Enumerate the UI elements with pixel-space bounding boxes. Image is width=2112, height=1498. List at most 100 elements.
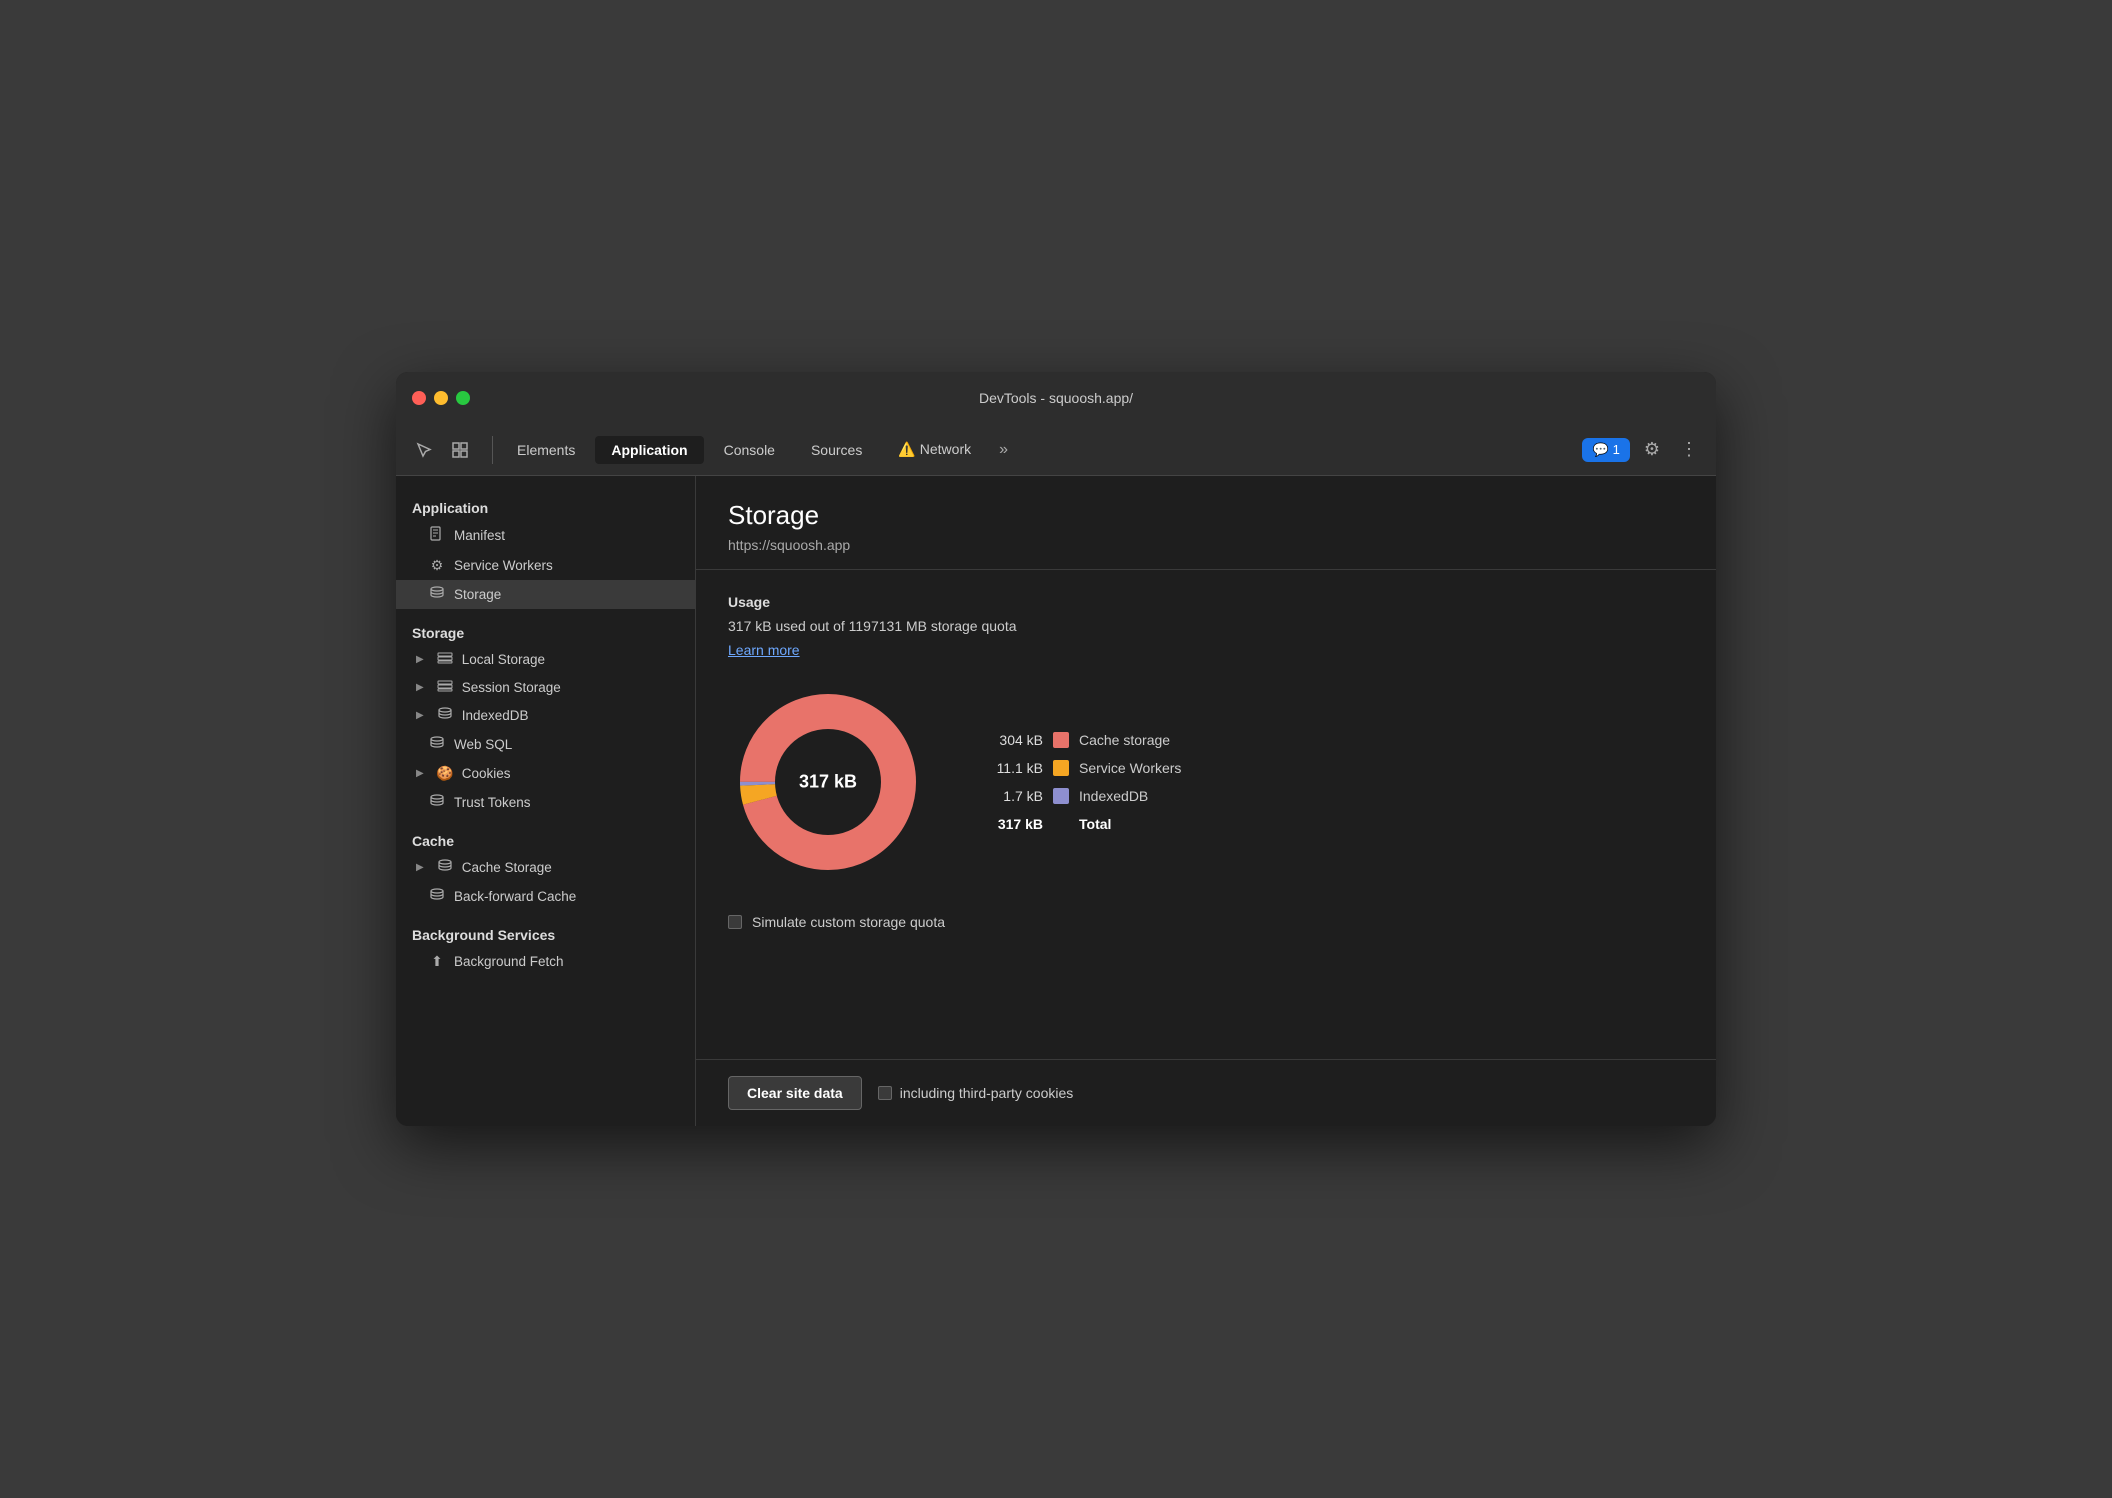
third-party-cookies-row: including third-party cookies (878, 1085, 1074, 1101)
tab-application[interactable]: Application (595, 436, 703, 464)
expand-cache-storage-icon: ▶ (416, 862, 424, 873)
service-workers-icon: ⚙ (428, 557, 446, 574)
legend-cache-color (1053, 732, 1069, 748)
websql-icon (428, 736, 446, 753)
cache-storage-label: Cache Storage (462, 860, 552, 875)
tab-network[interactable]: ⚠️Network (882, 435, 987, 464)
legend-item-workers: 11.1 kB Service Workers (988, 760, 1181, 776)
sidebar-item-background-fetch[interactable]: ⬆ Background Fetch (396, 947, 695, 976)
legend-total-spacer (1053, 816, 1069, 832)
sidebar-item-indexeddb[interactable]: ▶ IndexedDB (396, 701, 695, 730)
sidebar-section-storage: Storage (396, 617, 695, 645)
sidebar-item-back-forward-cache[interactable]: Back-forward Cache (396, 882, 695, 911)
legend-item-total: 317 kB Total (988, 816, 1181, 832)
tab-console[interactable]: Console (708, 436, 791, 464)
sidebar-section-application: Application (396, 492, 695, 520)
legend-total-name: Total (1079, 816, 1111, 832)
sidebar-section-cache: Cache (396, 825, 695, 853)
panel-url: https://squoosh.app (728, 537, 1684, 553)
maximize-button[interactable] (456, 391, 470, 405)
third-party-cookies-label: including third-party cookies (900, 1085, 1074, 1101)
chat-icon: 💬 (1592, 442, 1608, 458)
storage-label: Storage (454, 587, 501, 602)
sidebar-item-service-workers[interactable]: ⚙ Service Workers (396, 551, 695, 580)
local-storage-icon (436, 651, 454, 667)
close-button[interactable] (412, 391, 426, 405)
expand-local-storage-icon: ▶ (416, 654, 424, 665)
legend-cache-value: 304 kB (988, 732, 1043, 748)
clear-site-data-button[interactable]: Clear site data (728, 1076, 862, 1110)
expand-cookies-icon: ▶ (416, 768, 424, 779)
indexeddb-icon (436, 707, 454, 724)
legend-indexeddb-color (1053, 788, 1069, 804)
sidebar: Application Manifest ⚙ Service Workers S… (396, 476, 696, 1126)
sidebar-item-trust-tokens[interactable]: Trust Tokens (396, 788, 695, 817)
back-forward-cache-icon (428, 888, 446, 905)
legend-indexeddb-value: 1.7 kB (988, 788, 1043, 804)
learn-more-link[interactable]: Learn more (728, 642, 800, 658)
tab-sources[interactable]: Sources (795, 436, 878, 464)
sidebar-item-storage[interactable]: Storage (396, 580, 695, 609)
panel-title: Storage (728, 500, 1684, 531)
background-fetch-label: Background Fetch (454, 954, 564, 969)
inspect-button[interactable] (444, 434, 476, 466)
panel-body: Usage 317 kB used out of 1197131 MB stor… (696, 570, 1716, 1059)
simulate-quota-row: Simulate custom storage quota (728, 914, 1684, 930)
legend-item-cache: 304 kB Cache storage (988, 732, 1181, 748)
cache-storage-icon (436, 859, 454, 876)
traffic-lights (412, 391, 470, 405)
warning-icon: ⚠️ (898, 441, 915, 457)
settings-button[interactable]: ⚙ (1638, 435, 1666, 464)
donut-chart: 317 kB (728, 682, 928, 882)
cursor-tool-button[interactable] (408, 434, 440, 466)
panel-header: Storage https://squoosh.app (696, 476, 1716, 570)
more-tabs-button[interactable]: » (991, 437, 1016, 463)
tabbar-right: 💬 1 ⚙ ⋮ (1582, 435, 1704, 464)
trust-tokens-label: Trust Tokens (454, 795, 531, 810)
minimize-button[interactable] (434, 391, 448, 405)
legend-workers-name: Service Workers (1079, 760, 1181, 776)
sidebar-item-websql[interactable]: Web SQL (396, 730, 695, 759)
websql-label: Web SQL (454, 737, 512, 752)
tabbar-icons (408, 434, 476, 466)
chart-area: 317 kB 304 kB Cache storage 11.1 kB Serv… (728, 682, 1684, 882)
legend-total-value: 317 kB (988, 816, 1043, 832)
window-title: DevTools - squoosh.app/ (979, 390, 1133, 406)
legend-cache-name: Cache storage (1079, 732, 1170, 748)
sidebar-item-cookies[interactable]: ▶ 🍪 Cookies (396, 759, 695, 788)
usage-label: Usage (728, 594, 1684, 610)
donut-center-label: 317 kB (799, 772, 857, 793)
legend-indexeddb-name: IndexedDB (1079, 788, 1148, 804)
devtools-window: DevTools - squoosh.app/ Elements Applica… (396, 372, 1716, 1126)
expand-indexeddb-icon: ▶ (416, 710, 424, 721)
sidebar-item-session-storage[interactable]: ▶ Session Storage (396, 673, 695, 701)
legend-workers-color (1053, 760, 1069, 776)
titlebar: DevTools - squoosh.app/ (396, 372, 1716, 424)
indexeddb-label: IndexedDB (462, 708, 529, 723)
tab-elements[interactable]: Elements (501, 436, 591, 464)
usage-text: 317 kB used out of 1197131 MB storage qu… (728, 618, 1684, 634)
notification-count: 1 (1613, 442, 1620, 457)
notification-button[interactable]: 💬 1 (1582, 438, 1629, 462)
session-storage-icon (436, 679, 454, 695)
simulate-quota-label: Simulate custom storage quota (752, 914, 945, 930)
manifest-label: Manifest (454, 528, 505, 543)
tab-divider (492, 436, 493, 464)
legend: 304 kB Cache storage 11.1 kB Service Wor… (988, 732, 1181, 832)
third-party-cookies-checkbox[interactable] (878, 1086, 892, 1100)
sidebar-item-local-storage[interactable]: ▶ Local Storage (396, 645, 695, 673)
sidebar-item-cache-storage[interactable]: ▶ Cache Storage (396, 853, 695, 882)
panel-footer: Clear site data including third-party co… (696, 1059, 1716, 1126)
legend-item-indexeddb: 1.7 kB IndexedDB (988, 788, 1181, 804)
tabbar: Elements Application Console Sources ⚠️N… (396, 424, 1716, 476)
sidebar-item-manifest[interactable]: Manifest (396, 520, 695, 551)
manifest-icon (428, 526, 446, 545)
background-fetch-icon: ⬆ (428, 953, 446, 970)
service-workers-label: Service Workers (454, 558, 553, 573)
session-storage-label: Session Storage (462, 680, 561, 695)
storage-icon (428, 586, 446, 603)
simulate-quota-checkbox[interactable] (728, 915, 742, 929)
legend-workers-value: 11.1 kB (988, 760, 1043, 776)
local-storage-label: Local Storage (462, 652, 545, 667)
more-options-button[interactable]: ⋮ (1674, 435, 1704, 464)
